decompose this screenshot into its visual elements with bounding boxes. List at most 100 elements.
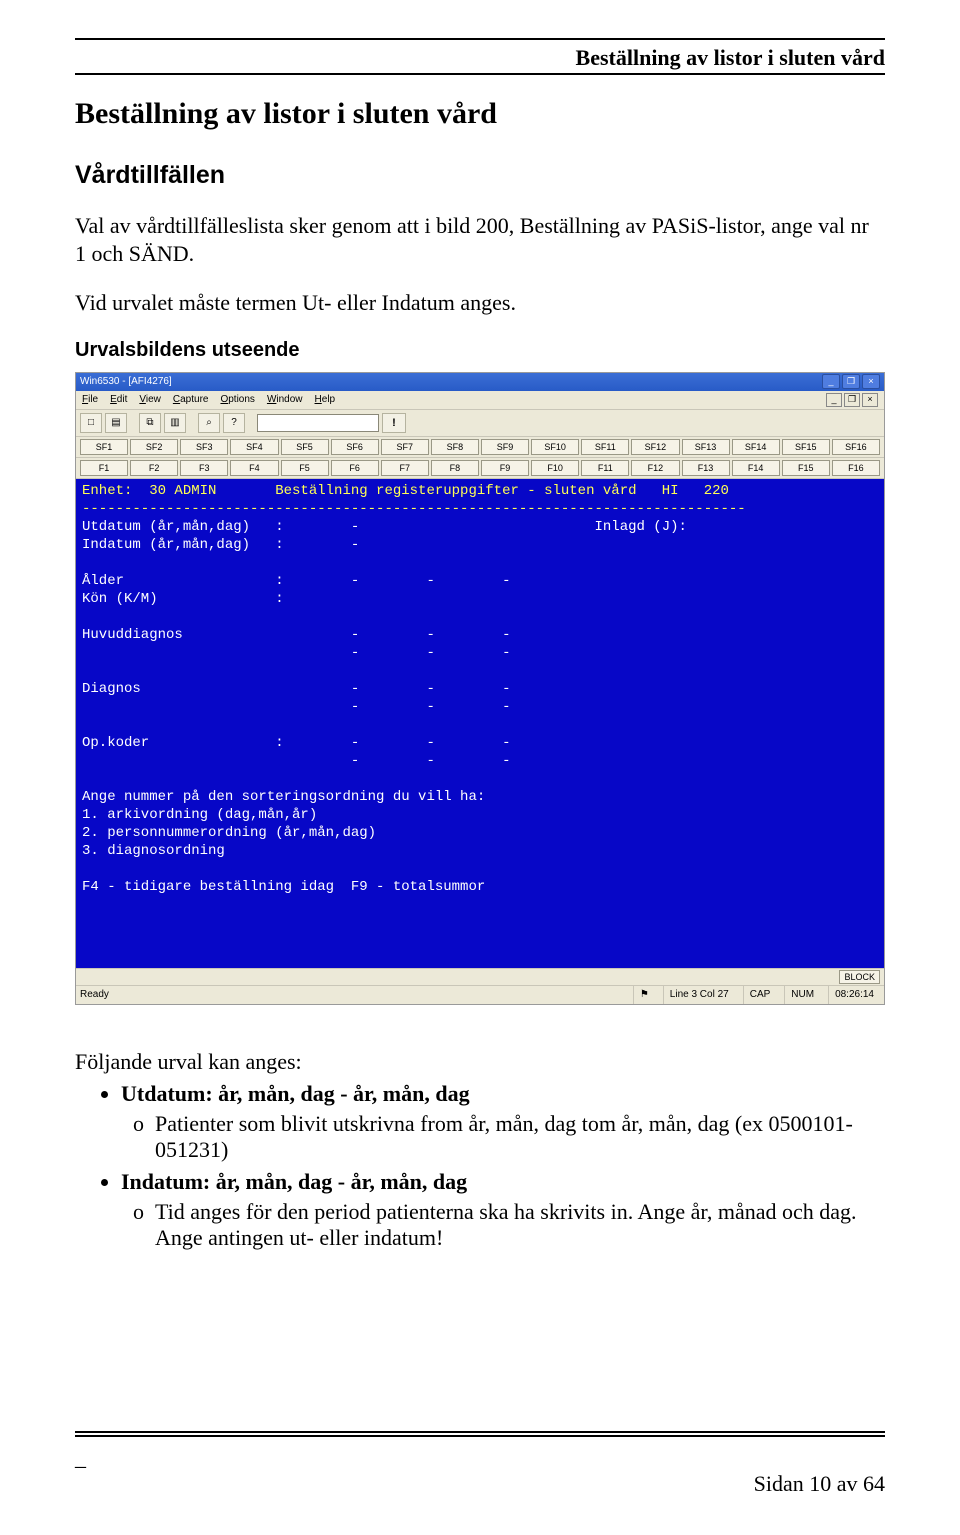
terminal-screen: Enhet: 30 ADMIN Beställning registeruppg… [76,479,884,968]
f-key[interactable]: F8 [431,460,479,476]
sf-key[interactable]: SF14 [732,439,780,455]
f-key[interactable]: F4 [230,460,278,476]
term-line: 2. personnummerordning (år,mån,dag) [82,825,376,841]
minimize-icon[interactable]: _ [822,374,840,389]
bullet-utdatum: Utdatum: år, mån, dag - år, mån, dag Pat… [121,1081,885,1163]
f-key[interactable]: F13 [682,460,730,476]
status-time: 08:26:14 [828,986,880,1004]
f-key[interactable]: F9 [481,460,529,476]
term-line: Utdatum (år,mån,dag) : - Inlagd (J): [82,519,687,535]
menu-capture[interactable]: Capture [173,394,209,405]
term-line: - - - [82,645,510,661]
tb-new-icon[interactable]: □ [80,413,102,433]
tb-command-field[interactable] [257,414,379,432]
status-ready: Ready [80,989,109,1000]
term-line: Kön (K/M) : [82,591,284,607]
subsection-heading: Urvalsbildens utseende [75,339,885,362]
section-heading: Vårdtillfällen [75,161,885,190]
child-minimize-icon[interactable]: _ [826,393,842,407]
menu-view[interactable]: View [139,394,161,405]
sf-key[interactable]: SF4 [230,439,278,455]
sf-key[interactable]: SF10 [531,439,579,455]
footer-rule-2 [75,1435,885,1437]
page-header-title: Beställning av listor i sluten vård [75,45,885,71]
term-line: 3. diagnosordning [82,843,225,859]
term-line: Diagnos - - - [82,681,510,697]
header-rule-top [75,38,885,40]
paragraph-1: Val av vårdtillfälleslista sker genom at… [75,212,885,267]
tb-find-icon[interactable]: ⌕ [198,413,220,433]
sf-key[interactable]: SF3 [180,439,228,455]
page-footer: _ Sidan 10 av 64 [75,1431,885,1497]
f-key-row: F1 F2 F3 F4 F5 F6 F7 F8 F9 F10 F11 F12 F… [76,458,884,479]
toolbar: □ ▤ ⧉ ▥ ⌕ ? ! [76,410,884,437]
term-line: Op.koder : - - - [82,735,510,751]
menu-options[interactable]: Options [220,394,254,405]
sf-key[interactable]: SF2 [130,439,178,455]
term-line: - - - [82,699,510,715]
sf-key[interactable]: SF16 [832,439,880,455]
after-intro: Följande urval kan anges: [75,1049,885,1075]
term-line: - - - [82,753,510,769]
sf-key[interactable]: SF7 [381,439,429,455]
close-icon[interactable]: × [862,374,880,389]
maximize-icon[interactable]: ❐ [842,374,860,389]
f-key[interactable]: F14 [732,460,780,476]
window-titlebar: Win6530 - [AFI4276] _ ❐ × [76,373,884,391]
term-line: Enhet: 30 ADMIN Beställning registeruppg… [82,483,729,499]
sf-key-row: SF1 SF2 SF3 SF4 SF5 SF6 SF7 SF8 SF9 SF10… [76,437,884,458]
f-key[interactable]: F3 [180,460,228,476]
page-title: Beställning av listor i sluten vård [75,97,885,131]
menu-help[interactable]: Help [315,394,336,405]
tb-copy-icon[interactable]: ⧉ [139,413,161,433]
menu-file[interactable]: File [82,394,98,405]
sf-key[interactable]: SF5 [281,439,329,455]
bullet-utdatum-sub: Patienter som blivit utskrivna from år, … [155,1111,885,1163]
menu-edit[interactable]: Edit [110,394,127,405]
child-close-icon[interactable]: × [862,393,878,407]
tb-help-icon[interactable]: ? [223,413,245,433]
term-line: Ange nummer på den sorteringsordning du … [82,789,485,805]
f-key[interactable]: F6 [331,460,379,476]
tb-paste-icon[interactable]: ▥ [164,413,186,433]
status-flag-icon: ⚑ [633,986,655,1004]
bullet-indatum: Indatum: år, mån, dag - år, mån, dag Tid… [121,1169,885,1251]
f-key[interactable]: F15 [782,460,830,476]
sf-key[interactable]: SF8 [431,439,479,455]
term-line: F4 - tidigare beställning idag F9 - tota… [82,879,485,895]
sf-key[interactable]: SF13 [682,439,730,455]
block-indicator: BLOCK [839,970,880,984]
sf-key[interactable]: SF15 [782,439,830,455]
bullet-utdatum-label: Utdatum: år, mån, dag - år, mån, dag [121,1081,470,1106]
sf-key[interactable]: SF1 [80,439,128,455]
window-title: Win6530 - [AFI4276] [80,376,172,387]
f-key[interactable]: F12 [631,460,679,476]
term-line: Ålder : - - - [82,573,510,589]
page-number: Sidan 10 av 64 [75,1471,885,1497]
sf-key[interactable]: SF11 [581,439,629,455]
f-key[interactable]: F11 [581,460,629,476]
term-line: Huvuddiagnos - - - [82,627,510,643]
f-key[interactable]: F5 [281,460,329,476]
sf-key[interactable]: SF12 [631,439,679,455]
child-restore-icon[interactable]: ❐ [844,393,860,407]
f-key[interactable]: F7 [381,460,429,476]
f-key[interactable]: F1 [80,460,128,476]
f-key[interactable]: F16 [832,460,880,476]
term-line: Indatum (år,mån,dag) : - [82,537,359,553]
bullet-list: Utdatum: år, mån, dag - år, mån, dag Pat… [75,1081,885,1251]
tb-run-icon[interactable]: ! [382,413,406,433]
window-buttons: _ ❐ × [822,374,880,389]
tb-open-icon[interactable]: ▤ [105,413,127,433]
f-key[interactable]: F10 [531,460,579,476]
menu-window[interactable]: Window [267,394,303,405]
sf-key[interactable]: SF9 [481,439,529,455]
status-cap: CAP [743,986,777,1004]
footer-dash: _ [75,1445,885,1471]
sf-key[interactable]: SF6 [331,439,379,455]
f-key[interactable]: F2 [130,460,178,476]
bullet-indatum-sub: Tid anges för den period patienterna ska… [155,1199,885,1251]
header-rule-bottom [75,73,885,75]
term-line: 1. arkivordning (dag,mån,år) [82,807,317,823]
term-line: ----------------------------------------… [82,501,746,517]
